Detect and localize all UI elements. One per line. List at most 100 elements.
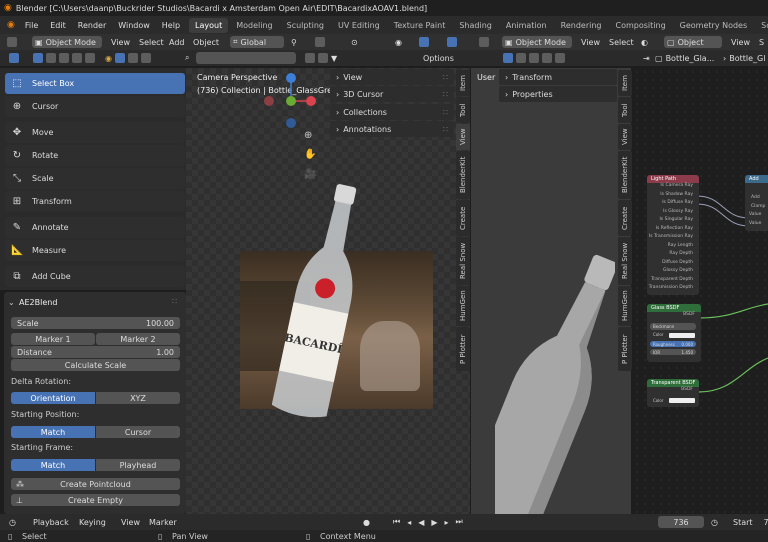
ior-field[interactable]: IOR 1.450 (650, 349, 696, 355)
scale-field[interactable]: Scale 100.00 (11, 317, 180, 329)
tab-blenderkit-2[interactable]: BlenderKit (618, 151, 632, 199)
tab-animation[interactable]: Animation (500, 18, 553, 33)
tab-p-plotter[interactable]: P Plotter (456, 327, 470, 371)
menu-select-2[interactable]: Select (606, 36, 637, 48)
distribution-select[interactable]: Beckmann (650, 323, 696, 330)
panel-3d-cursor[interactable]: › 3D Cursor ∷ (330, 86, 454, 102)
drag-handle-icon[interactable]: ∷ (443, 90, 448, 99)
snap-button[interactable] (312, 36, 328, 48)
right-editor-type-button[interactable] (476, 36, 492, 48)
tab-shading[interactable]: Shading (453, 18, 498, 33)
playback-controls[interactable]: ⏮ ◂ ◀ ▶ ▸ ⏭ (390, 516, 470, 528)
tab-view-2[interactable]: View (618, 124, 632, 150)
node-light-path[interactable]: Light Path Is Camera Ray Is Shadow Ray I… (647, 175, 699, 295)
distance-field[interactable]: Distance 1.00 (11, 346, 180, 358)
tab-tool[interactable]: Tool (456, 97, 470, 123)
pan-hand-icon[interactable]: ✋ (304, 149, 316, 160)
navigation-gizmo[interactable] (260, 70, 330, 130)
cursor-position-toggle[interactable]: Cursor (96, 426, 180, 438)
drag-handle-icon[interactable]: ∷ (172, 297, 177, 306)
orientation-toggle[interactable]: Orientation (11, 392, 95, 404)
menu-select[interactable]: Select (136, 36, 167, 48)
z-axis-handle[interactable] (286, 73, 296, 83)
create-empty-button[interactable]: ⊥ Create Empty (11, 494, 180, 506)
pivot-button[interactable]: ⚲ (288, 36, 300, 48)
tab-geometry-nodes[interactable]: Geometry Nodes (674, 18, 753, 33)
tab-humgen[interactable]: HumGen (456, 286, 470, 326)
editor-type-button[interactable] (4, 36, 20, 48)
proportional-edit-button[interactable]: ⊙ (348, 36, 361, 48)
roughness-field[interactable]: Roughness 0.000 (650, 341, 696, 347)
menu-view-3[interactable]: View (728, 36, 753, 48)
breadcrumb-object[interactable]: ▢ Bottle_Gla... (652, 52, 717, 64)
search-field[interactable] (196, 52, 296, 64)
object-select[interactable]: ▢ Object (664, 36, 722, 48)
preview-range-icon[interactable]: ◷ (708, 516, 721, 528)
playhead-toggle[interactable]: Playhead (96, 459, 180, 471)
neg-x-axis-handle[interactable] (264, 96, 274, 106)
selection-mode-buttons[interactable] (30, 52, 98, 64)
tab-create-2[interactable]: Create (618, 200, 632, 236)
tab-scripting[interactable]: Scripting (755, 18, 768, 33)
mode-select[interactable]: ▣ Object Mode (32, 36, 102, 48)
menu-playback[interactable]: Playback (30, 516, 72, 528)
panel-view[interactable]: › View ∷ (330, 69, 454, 85)
tab-p-plotter-2[interactable]: P Plotter (618, 327, 632, 371)
tab-item[interactable]: Item (456, 70, 470, 96)
create-pointcloud-button[interactable]: ⁂ Create Pointcloud (11, 478, 180, 490)
menu-object[interactable]: Object (190, 36, 222, 48)
color-swatch[interactable] (669, 398, 695, 403)
tab-tool-2[interactable]: Tool (618, 97, 632, 123)
viewport-shading-buttons[interactable]: ◉ (102, 52, 154, 64)
current-frame-field[interactable]: 736 (658, 516, 704, 528)
collapse-icon[interactable]: ⌄ (8, 298, 15, 307)
menu-render[interactable]: Render (73, 19, 111, 32)
tab-humgen-2[interactable]: HumGen (618, 286, 632, 326)
mode-select-2[interactable]: ▣ Object Mode (502, 36, 572, 48)
tool-scale[interactable]: ⤡ Scale (5, 168, 185, 189)
panel-properties[interactable]: › Properties (499, 86, 617, 102)
search-icon[interactable]: ⌕ (182, 52, 192, 64)
panel-annotations[interactable]: › Annotations ∷ (330, 121, 454, 137)
zoom-icon[interactable]: ⊕ (304, 130, 312, 141)
tab-blenderkit[interactable]: BlenderKit (456, 151, 470, 199)
match-position-toggle[interactable]: Match (11, 426, 95, 438)
neg-z-axis-handle[interactable] (286, 118, 296, 128)
breadcrumb-material[interactable]: › Bottle_Gl (720, 52, 768, 64)
marker2-button[interactable]: Marker 2 (96, 333, 180, 345)
overlay-button[interactable] (444, 36, 460, 48)
tool-move[interactable]: ✥ Move (5, 122, 185, 143)
pin-icon[interactable]: ⇥ (640, 52, 653, 64)
node-add[interactable]: Add Add Clamp Value Value (745, 175, 768, 231)
menu-window[interactable]: Window (113, 19, 155, 32)
record-icon[interactable]: ● (360, 516, 373, 528)
panel-collections[interactable]: › Collections ∷ (330, 104, 454, 120)
menu-select-3[interactable]: S (756, 36, 767, 48)
camera-icon[interactable]: 🎥 (304, 169, 316, 180)
tool-annotate[interactable]: ✎ Annotate (5, 217, 185, 238)
panel-transform[interactable]: › Transform (499, 69, 617, 85)
xyz-toggle[interactable]: XYZ (96, 392, 180, 404)
menu-add[interactable]: Add (166, 36, 188, 48)
menu-edit[interactable]: Edit (45, 19, 71, 32)
marker1-button[interactable]: Marker 1 (11, 333, 95, 345)
gizmo-button[interactable] (416, 36, 432, 48)
menu-view-2[interactable]: View (578, 36, 603, 48)
tab-uv-editing[interactable]: UV Editing (332, 18, 386, 33)
menu-view[interactable]: View (108, 36, 133, 48)
tab-create[interactable]: Create (456, 200, 470, 236)
options-button[interactable]: Options (420, 52, 457, 64)
node-transparent-bsdf[interactable]: Transparent BSDF BSDF Color (647, 379, 699, 407)
tab-modeling[interactable]: Modeling (230, 18, 278, 33)
tab-texture-paint[interactable]: Texture Paint (388, 18, 452, 33)
tool-add-cube[interactable]: ⧉ Add Cube (5, 266, 185, 287)
calculate-scale-button[interactable]: Calculate Scale (11, 359, 180, 371)
drag-handle-icon[interactable]: ∷ (443, 108, 448, 117)
tool-transform[interactable]: ⊞ Transform (5, 191, 185, 212)
color-swatch[interactable] (669, 333, 695, 338)
tab-real-snow-2[interactable]: Real Snow (618, 237, 632, 285)
tab-real-snow[interactable]: Real Snow (456, 237, 470, 285)
tool-cursor[interactable]: ⊕ Cursor (5, 96, 185, 117)
shader-node-editor[interactable]: Light Path Is Camera Ray Is Shadow Ray I… (633, 68, 768, 514)
menu-file[interactable]: File (20, 19, 43, 32)
